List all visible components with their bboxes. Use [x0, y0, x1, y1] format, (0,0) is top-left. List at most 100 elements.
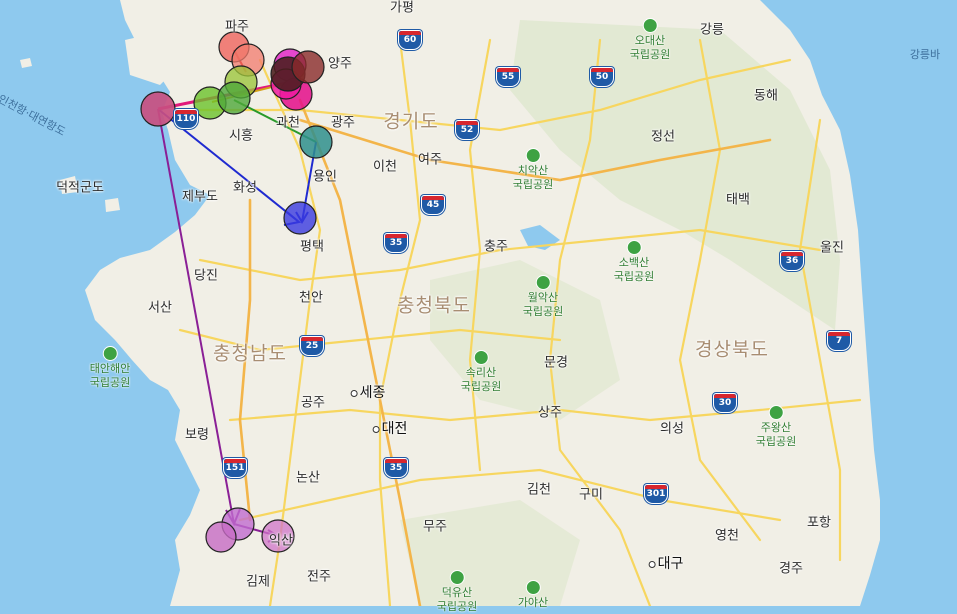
city-label-gwacheon: 과천: [276, 115, 300, 131]
park-name: 치악산: [517, 164, 549, 177]
marker-blue-pyeongtaek[interactable]: [283, 201, 317, 235]
highway-shield-301: 301: [644, 484, 668, 504]
park-icon: [525, 580, 541, 595]
park-chiaksan: 치악산 국립공원: [513, 148, 553, 192]
park-odaesan: 오대산 국립공원: [630, 18, 670, 62]
city-label-gimje: 김제: [246, 574, 270, 590]
highway-shield-30: 30: [713, 393, 737, 413]
highway-shield-35-south: 35: [384, 458, 408, 478]
city-label-paju: 파주: [225, 19, 249, 35]
city-label-uiseong: 의성: [660, 421, 684, 437]
park-type: 국립공원: [755, 435, 797, 448]
city-label-nonsan: 논산: [296, 470, 320, 486]
city-label-cheonan: 천안: [299, 290, 323, 306]
city-label-mungyeong: 문경: [544, 355, 568, 371]
highway-shield-36: 36: [780, 251, 804, 271]
city-label-icheon: 이천: [373, 159, 397, 175]
park-type: 국립공원: [89, 376, 131, 389]
highway-shield-52: 52: [455, 120, 479, 140]
major-city-daejeon: 대전: [372, 418, 407, 438]
city-label-chungju: 충주: [484, 239, 508, 255]
highway-shield-55: 55: [496, 67, 520, 87]
park-icon: [525, 148, 541, 163]
park-type: 국립공원: [522, 305, 564, 318]
province-label-chungbuk: 충청북도: [397, 294, 471, 317]
park-type: 국립공원: [436, 600, 478, 613]
major-city-sejong: 세종: [350, 382, 386, 402]
city-label-gapyeong: 가평: [390, 0, 414, 16]
city-label-donghae: 동해: [754, 88, 778, 104]
city-label-jebudo: 제부도: [182, 189, 218, 205]
province-label-chungnam: 충청남도: [213, 342, 287, 365]
marker-rose-incheon[interactable]: [140, 91, 176, 127]
park-icon: [102, 346, 118, 361]
park-sobaeksan: 소백산 국립공원: [614, 240, 654, 284]
park-type: 국립공원: [613, 270, 655, 283]
park-type: 국립공원: [629, 48, 671, 61]
park-icon: [768, 405, 784, 420]
city-label-iksan: 익산: [269, 533, 293, 549]
highway-shield-151: 151: [223, 458, 247, 478]
city-label-gumi: 구미: [579, 487, 603, 503]
city-label-seosan: 서산: [148, 300, 172, 316]
park-type: 국립공원: [512, 178, 554, 191]
island-small-3: [20, 58, 32, 68]
marker-green-2[interactable]: [217, 81, 251, 115]
park-icon: [449, 570, 465, 585]
city-label-gimcheon: 김천: [527, 482, 551, 498]
park-type: 국립공원: [460, 380, 502, 393]
marker-teal-gwangju[interactable]: [299, 125, 333, 159]
highway-shield-45: 45: [421, 195, 445, 215]
highway-shield-110: 110: [174, 109, 198, 129]
city-label-dangjin: 당진: [194, 268, 218, 284]
province-label-gyeongbuk: 경상북도: [695, 338, 769, 361]
city-label-jeonju: 전주: [307, 569, 331, 585]
major-city-daegu: 대구: [648, 553, 684, 573]
city-label-taebaek: 태백: [726, 192, 750, 208]
park-icon: [626, 240, 642, 255]
city-label-yongin: 용인: [313, 169, 337, 185]
city-label-gangneung: 강릉: [700, 22, 724, 38]
park-deogyusan: 덕유산 국립공원: [437, 570, 477, 614]
park-songnisan: 속리산 국립공원: [461, 350, 501, 394]
park-icon: [535, 275, 551, 290]
city-label-sangju: 상주: [538, 405, 562, 421]
city-label-muju: 무주: [423, 519, 447, 535]
city-label-uljin: 울진: [820, 240, 844, 256]
marker-violet-2[interactable]: [205, 521, 237, 553]
highway-shield-7: 7: [827, 331, 851, 351]
major-city-daegu-text: 대구: [657, 556, 684, 572]
marker-brown-2[interactable]: [291, 50, 325, 84]
province-label-gyeonggi: 경기도: [383, 110, 439, 133]
highway-shield-35-north: 35: [384, 233, 408, 253]
highway-shield-60: 60: [398, 30, 422, 50]
park-woraksan: 월악산 국립공원: [523, 275, 563, 319]
city-label-pohang: 포항: [807, 515, 831, 531]
park-name: 주왕산: [760, 421, 792, 434]
island-small-2: [105, 198, 120, 212]
park-name: 덕유산: [441, 586, 473, 599]
city-label-deokjeok: 덕적군도: [56, 180, 104, 196]
park-icon: [473, 350, 489, 365]
park-name: 가야산: [517, 596, 549, 609]
city-label-boryeong: 보령: [185, 427, 209, 443]
city-label-gongju: 공주: [301, 395, 325, 411]
highway-shield-25: 25: [300, 336, 324, 356]
city-label-hwaseong: 화성: [233, 180, 257, 196]
city-label-yangju: 양주: [328, 56, 352, 72]
park-name: 태안해안: [89, 362, 131, 375]
city-label-yeongcheon: 영천: [715, 528, 739, 544]
city-label-yeoju: 여주: [418, 152, 442, 168]
park-name: 소백산: [618, 256, 650, 269]
city-label-pyeongtaek: 평택: [300, 239, 324, 255]
park-name: 월악산: [527, 291, 559, 304]
park-name: 오대산: [634, 34, 666, 47]
park-taean: 태안해안 국립공원: [90, 346, 130, 390]
highway-shield-50: 50: [590, 67, 614, 87]
city-label-gwangju: 광주: [331, 115, 355, 131]
city-label-gyeongju: 경주: [779, 561, 803, 577]
major-city-sejong-text: 세종: [359, 385, 386, 401]
park-name: 속리산: [465, 366, 497, 379]
park-icon: [642, 18, 658, 33]
city-label-jeongseon: 정선: [651, 129, 675, 145]
